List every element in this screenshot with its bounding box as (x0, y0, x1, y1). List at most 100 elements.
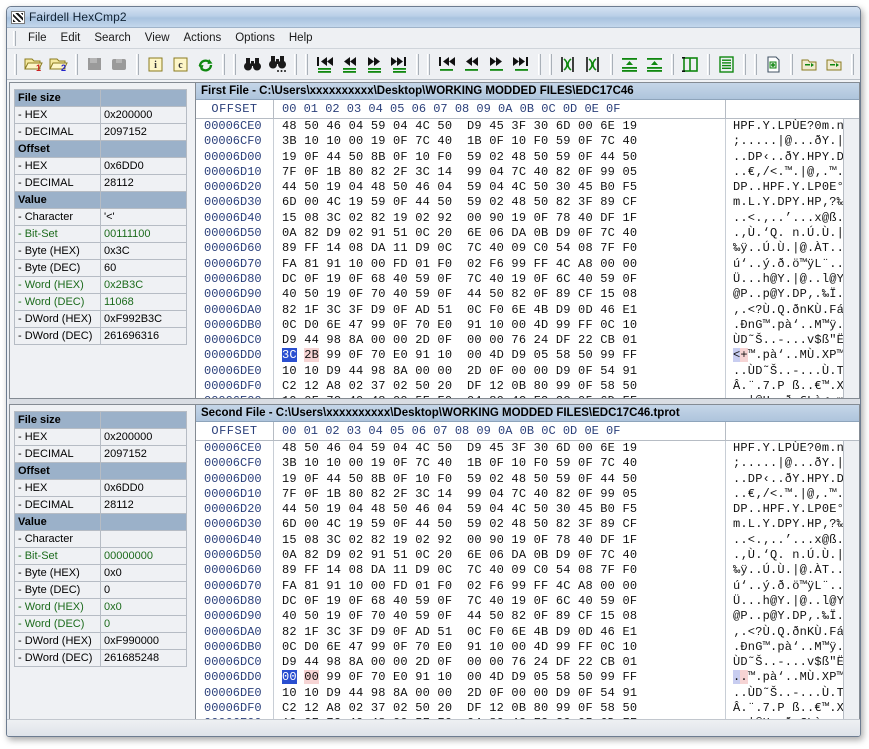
export-second-button[interactable] (822, 52, 847, 77)
hex-row-bytes[interactable]: 7F 0F 1B 80 82 2F 3C 14 99 04 7C 40 82 0… (274, 486, 726, 503)
hex-row[interactable]: 00006D30 6D 00 4C 19 59 0F 44 50 59 02 48… (196, 517, 859, 533)
menu-grip[interactable] (13, 30, 16, 46)
hex-row[interactable]: 00006CE0 48 50 46 04 59 04 4C 50 D9 45 3F… (196, 441, 859, 457)
menu-item-edit[interactable]: Edit (54, 30, 88, 46)
hex-row-ascii[interactable]: ..€‚/<.™.|@‚.™. (726, 487, 859, 502)
hex-row-bytes[interactable]: 6D 00 4C 19 59 0F 44 50 59 02 48 50 82 3… (274, 517, 726, 533)
hex-row[interactable]: 00006CF0 3B 10 10 00 19 0F 7C 40 1B 0F 10… (196, 456, 859, 472)
hex-row-bytes[interactable]: 3B 10 10 00 19 0F 7C 40 1B 0F 10 F0 59 0… (274, 134, 726, 150)
hex-row-ascii[interactable]: DP..HPF.Y.LP0E°õ (726, 502, 859, 517)
last-difference-button[interactable] (387, 52, 412, 77)
hex-row[interactable]: 00006D70 FA 81 91 10 00 FD 01 F0 02 F6 99… (196, 256, 859, 272)
hex-row[interactable]: 00006DE0 10 10 D9 44 98 8A 00 00 2D 0F 00… (196, 685, 859, 702)
hex-row[interactable]: 00006CE0 48 50 46 04 59 04 4C 50 D9 45 3F… (196, 119, 859, 135)
hex-row-bytes[interactable]: 10 10 D9 44 98 8A 00 00 2D 0F 00 00 D9 0… (274, 363, 726, 380)
hex-row[interactable]: 00006DC0 D9 44 98 8A 00 00 2D 0F 00 00 76… (196, 655, 859, 671)
first-difference-button[interactable] (312, 52, 337, 77)
hex-row[interactable]: 00006D10 7F 0F 1B 80 82 2F 3C 14 99 04 7C… (196, 164, 859, 181)
hex-row-bytes[interactable]: 44 50 19 04 48 50 46 04 59 04 4C 50 30 4… (274, 180, 726, 196)
hex-row-bytes[interactable]: 89 FF 14 08 DA 11 D9 0C 7C 40 09 C0 54 0… (274, 563, 726, 579)
save-first-file-button[interactable] (82, 52, 107, 77)
hex-row-bytes[interactable]: C2 12 A8 02 37 02 50 20 DF 12 0B 80 99 0… (274, 701, 726, 717)
menu-item-view[interactable]: View (138, 30, 177, 46)
hex-row-ascii[interactable]: HPF.Y.LPÙE?0m.n. (726, 119, 859, 134)
menu-item-options[interactable]: Options (228, 30, 282, 46)
hex-row[interactable]: 00006D10 7F 0F 1B 80 82 2F 3C 14 99 04 7C… (196, 486, 859, 503)
hex-row[interactable]: 00006DA0 82 1F 3C 3F D9 0F AD 51 0C F0 6E… (196, 624, 859, 640)
hex-row-ascii[interactable]: ..<.‚..’...x@ß. (726, 211, 859, 226)
find-next-button[interactable] (265, 52, 290, 77)
hex-row-bytes[interactable]: 48 50 46 04 59 04 4C 50 D9 45 3F 30 6D 0… (274, 441, 726, 457)
hex-row[interactable]: 00006D90 40 50 19 0F 70 40 59 0F 44 50 82… (196, 287, 859, 303)
hex-row-ascii[interactable]: ‚.<?Ù.­Q.ðnKÙ.Fá (726, 303, 859, 318)
hex-row-bytes[interactable]: 48 50 46 04 59 04 4C 50 D9 45 3F 30 6D 0… (274, 119, 726, 135)
hex-row-ascii[interactable]: ..€‚/<.™.|@‚.™. (726, 165, 859, 180)
hex-row-ascii[interactable]: ú‘..ý.ð.ö™ÿL¨.. (726, 579, 859, 594)
compare-mode-button[interactable]: c (168, 52, 193, 77)
first-equal-block-button[interactable] (434, 52, 459, 77)
hex-row[interactable]: 00006CF0 3B 10 10 00 19 0F 7C 40 1B 0F 10… (196, 134, 859, 150)
open-second-file-button[interactable]: 2 (46, 52, 71, 77)
hex-row-ascii[interactable]: ..ÙD˜Š..-...Ù.T‘ (726, 686, 859, 701)
hex-row-ascii[interactable]: ú‘..ý.ð.ö™ÿL¨.. (726, 257, 859, 272)
hex-row[interactable]: 00006D30 6D 00 4C 19 59 0F 44 50 59 02 48… (196, 195, 859, 211)
hex-row[interactable]: 00006D60 89 FF 14 08 DA 11 D9 0C 7C 40 09… (196, 241, 859, 257)
hex-row[interactable]: 00006D20 44 50 19 04 48 50 46 04 59 04 4C… (196, 180, 859, 196)
hex-row-ascii[interactable]: ..DP‹..ðY.HPY.DP (726, 150, 859, 165)
hex-row[interactable]: 00006E0019 0F 7C 40 48 00 5F F0 04 80 4C… (196, 394, 859, 398)
hex-row-bytes[interactable]: 19 0F 7C 40 48 00 5F F0 04 80 4C F2 3C 0… (274, 394, 726, 398)
toolbar-grip[interactable] (14, 53, 17, 75)
hex-row-bytes[interactable]: 0A 82 D9 02 91 51 0C 20 6E 06 DA 0B D9 0… (274, 226, 726, 242)
hex-row-bytes[interactable]: D9 44 98 8A 00 00 2D 0F 00 00 76 24 DF 2… (274, 333, 726, 349)
hex-row[interactable]: 00006D40 15 08 3C 02 82 19 02 92 00 90 19… (196, 532, 859, 549)
hex-row-bytes[interactable]: 19 0F 44 50 8B 0F 10 F0 59 02 48 50 59 0… (274, 471, 726, 487)
hex-row-ascii[interactable]: ‰ÿ..Ú.Ù.|@.ÀT..ð (726, 241, 859, 256)
hex-row-bytes[interactable]: 7F 0F 1B 80 82 2F 3C 14 99 04 7C 40 82 0… (274, 164, 726, 181)
hex-row-bytes[interactable]: 0C D0 6E 47 99 0F 70 E0 91 10 00 4D 99 F… (274, 639, 726, 656)
hex-row-ascii[interactable]: Ü...h@Y.|@..l@Y. (726, 272, 859, 287)
hex-row-bytes[interactable]: FA 81 91 10 00 FD 01 F0 02 F6 99 FF 4C A… (274, 256, 726, 272)
hex-row-ascii[interactable]: ;.....|@...ðY.|@ (726, 456, 859, 471)
hex-row[interactable]: 00006D40 15 08 3C 02 82 19 02 92 00 90 19… (196, 210, 859, 227)
hex-row-ascii[interactable]: ‰ÿ..Ú.Ù.|@.ÀT..ð (726, 563, 859, 578)
hex-row-ascii[interactable]: .ÐnG™.pà‘..M™ÿ.. (726, 640, 859, 655)
copy-to-first-button[interactable] (617, 52, 642, 77)
hex-row-bytes[interactable]: 3B 10 10 00 19 0F 7C 40 1B 0F 10 F0 59 0… (274, 456, 726, 472)
next-equal-block-button[interactable] (484, 52, 509, 77)
insert-bytes-button[interactable] (678, 52, 703, 77)
hex-row[interactable]: 00006D80 DC 0F 19 0F 68 40 59 0F 7C 40 19… (196, 593, 859, 610)
hex-row-bytes[interactable]: D9 44 98 8A 00 00 2D 0F 00 00 76 24 DF 2… (274, 655, 726, 671)
find-button[interactable] (240, 52, 265, 77)
hex-row[interactable]: 00006D50 0A 82 D9 02 91 51 0C 20 6E 06 DA… (196, 548, 859, 564)
menu-item-actions[interactable]: Actions (177, 30, 229, 46)
menu-item-file[interactable]: File (21, 30, 54, 46)
hex-row-bytes[interactable]: 15 08 3C 02 82 19 02 92 00 90 19 0F 78 4… (274, 532, 726, 549)
hex-row-bytes[interactable]: DC 0F 19 0F 68 40 59 0F 7C 40 19 0F 6C 4… (274, 271, 726, 288)
hex-row-ascii[interactable]: .‚Ù.‘Q. n.Ú.Ù.|@ (726, 548, 859, 563)
sync-left-button[interactable] (556, 52, 581, 77)
hex-row[interactable]: 00006DF0 C2 12 A8 02 37 02 50 20 DF 12 0B… (196, 701, 859, 717)
hex-row-ascii[interactable]: Â.¨.7.P ß..€™.XP (726, 379, 859, 394)
hex-row-ascii[interactable]: ÙD˜Š..-...v$ß"Ë. (726, 333, 859, 348)
first-file-hex-rows[interactable]: 00006CE0 48 50 46 04 59 04 4C 50 D9 45 3F… (196, 119, 859, 398)
first-file-vertical-scrollbar[interactable] (843, 119, 859, 398)
hex-row[interactable]: 00006D50 0A 82 D9 02 91 51 0C 20 6E 06 DA… (196, 226, 859, 242)
hex-row[interactable]: 00006D00 19 0F 44 50 8B 0F 10 F0 59 02 48… (196, 149, 859, 165)
hex-row[interactable]: 00006D70 FA 81 91 10 00 FD 01 F0 02 F6 99… (196, 578, 859, 594)
hex-row-ascii[interactable]: m.L.Y.DPY.HP‚?‰Ï (726, 517, 859, 532)
hex-row[interactable]: 00006DF0 C2 12 A8 02 37 02 50 20 DF 12 0B… (196, 379, 859, 395)
hex-row-ascii[interactable]: .‚Ù.‘Q. n.Ú.Ù.|@ (726, 226, 859, 241)
hex-row[interactable]: 00006D80 DC 0F 19 0F 68 40 59 0F 7C 40 19… (196, 271, 859, 288)
hex-row-ascii[interactable]: Ü...h@Y.|@..l@Y. (726, 594, 859, 609)
previous-equal-block-button[interactable] (459, 52, 484, 77)
hex-row-bytes[interactable]: 89 FF 14 08 DA 11 D9 0C 7C 40 09 C0 54 0… (274, 241, 726, 257)
menu-item-help[interactable]: Help (282, 30, 320, 46)
hex-row[interactable]: 00006DC0 D9 44 98 8A 00 00 2D 0F 00 00 76… (196, 333, 859, 349)
hex-row-bytes[interactable]: 00 00 99 0F 70 E0 91 10 00 4D D9 05 58 5… (274, 670, 726, 686)
hex-row-bytes[interactable]: 40 50 19 0F 70 40 59 0F 44 50 82 0F 89 C… (274, 609, 726, 625)
hex-row[interactable]: 00006DB0 0C D0 6E 47 99 0F 70 E0 91 10 00… (196, 639, 859, 656)
copy-to-second-button[interactable] (642, 52, 667, 77)
new-report-button[interactable] (761, 52, 786, 77)
hex-row[interactable]: 00006D00 19 0F 44 50 8B 0F 10 F0 59 02 48… (196, 471, 859, 487)
hex-row-bytes[interactable]: 6D 00 4C 19 59 0F 44 50 59 02 48 50 82 3… (274, 195, 726, 211)
